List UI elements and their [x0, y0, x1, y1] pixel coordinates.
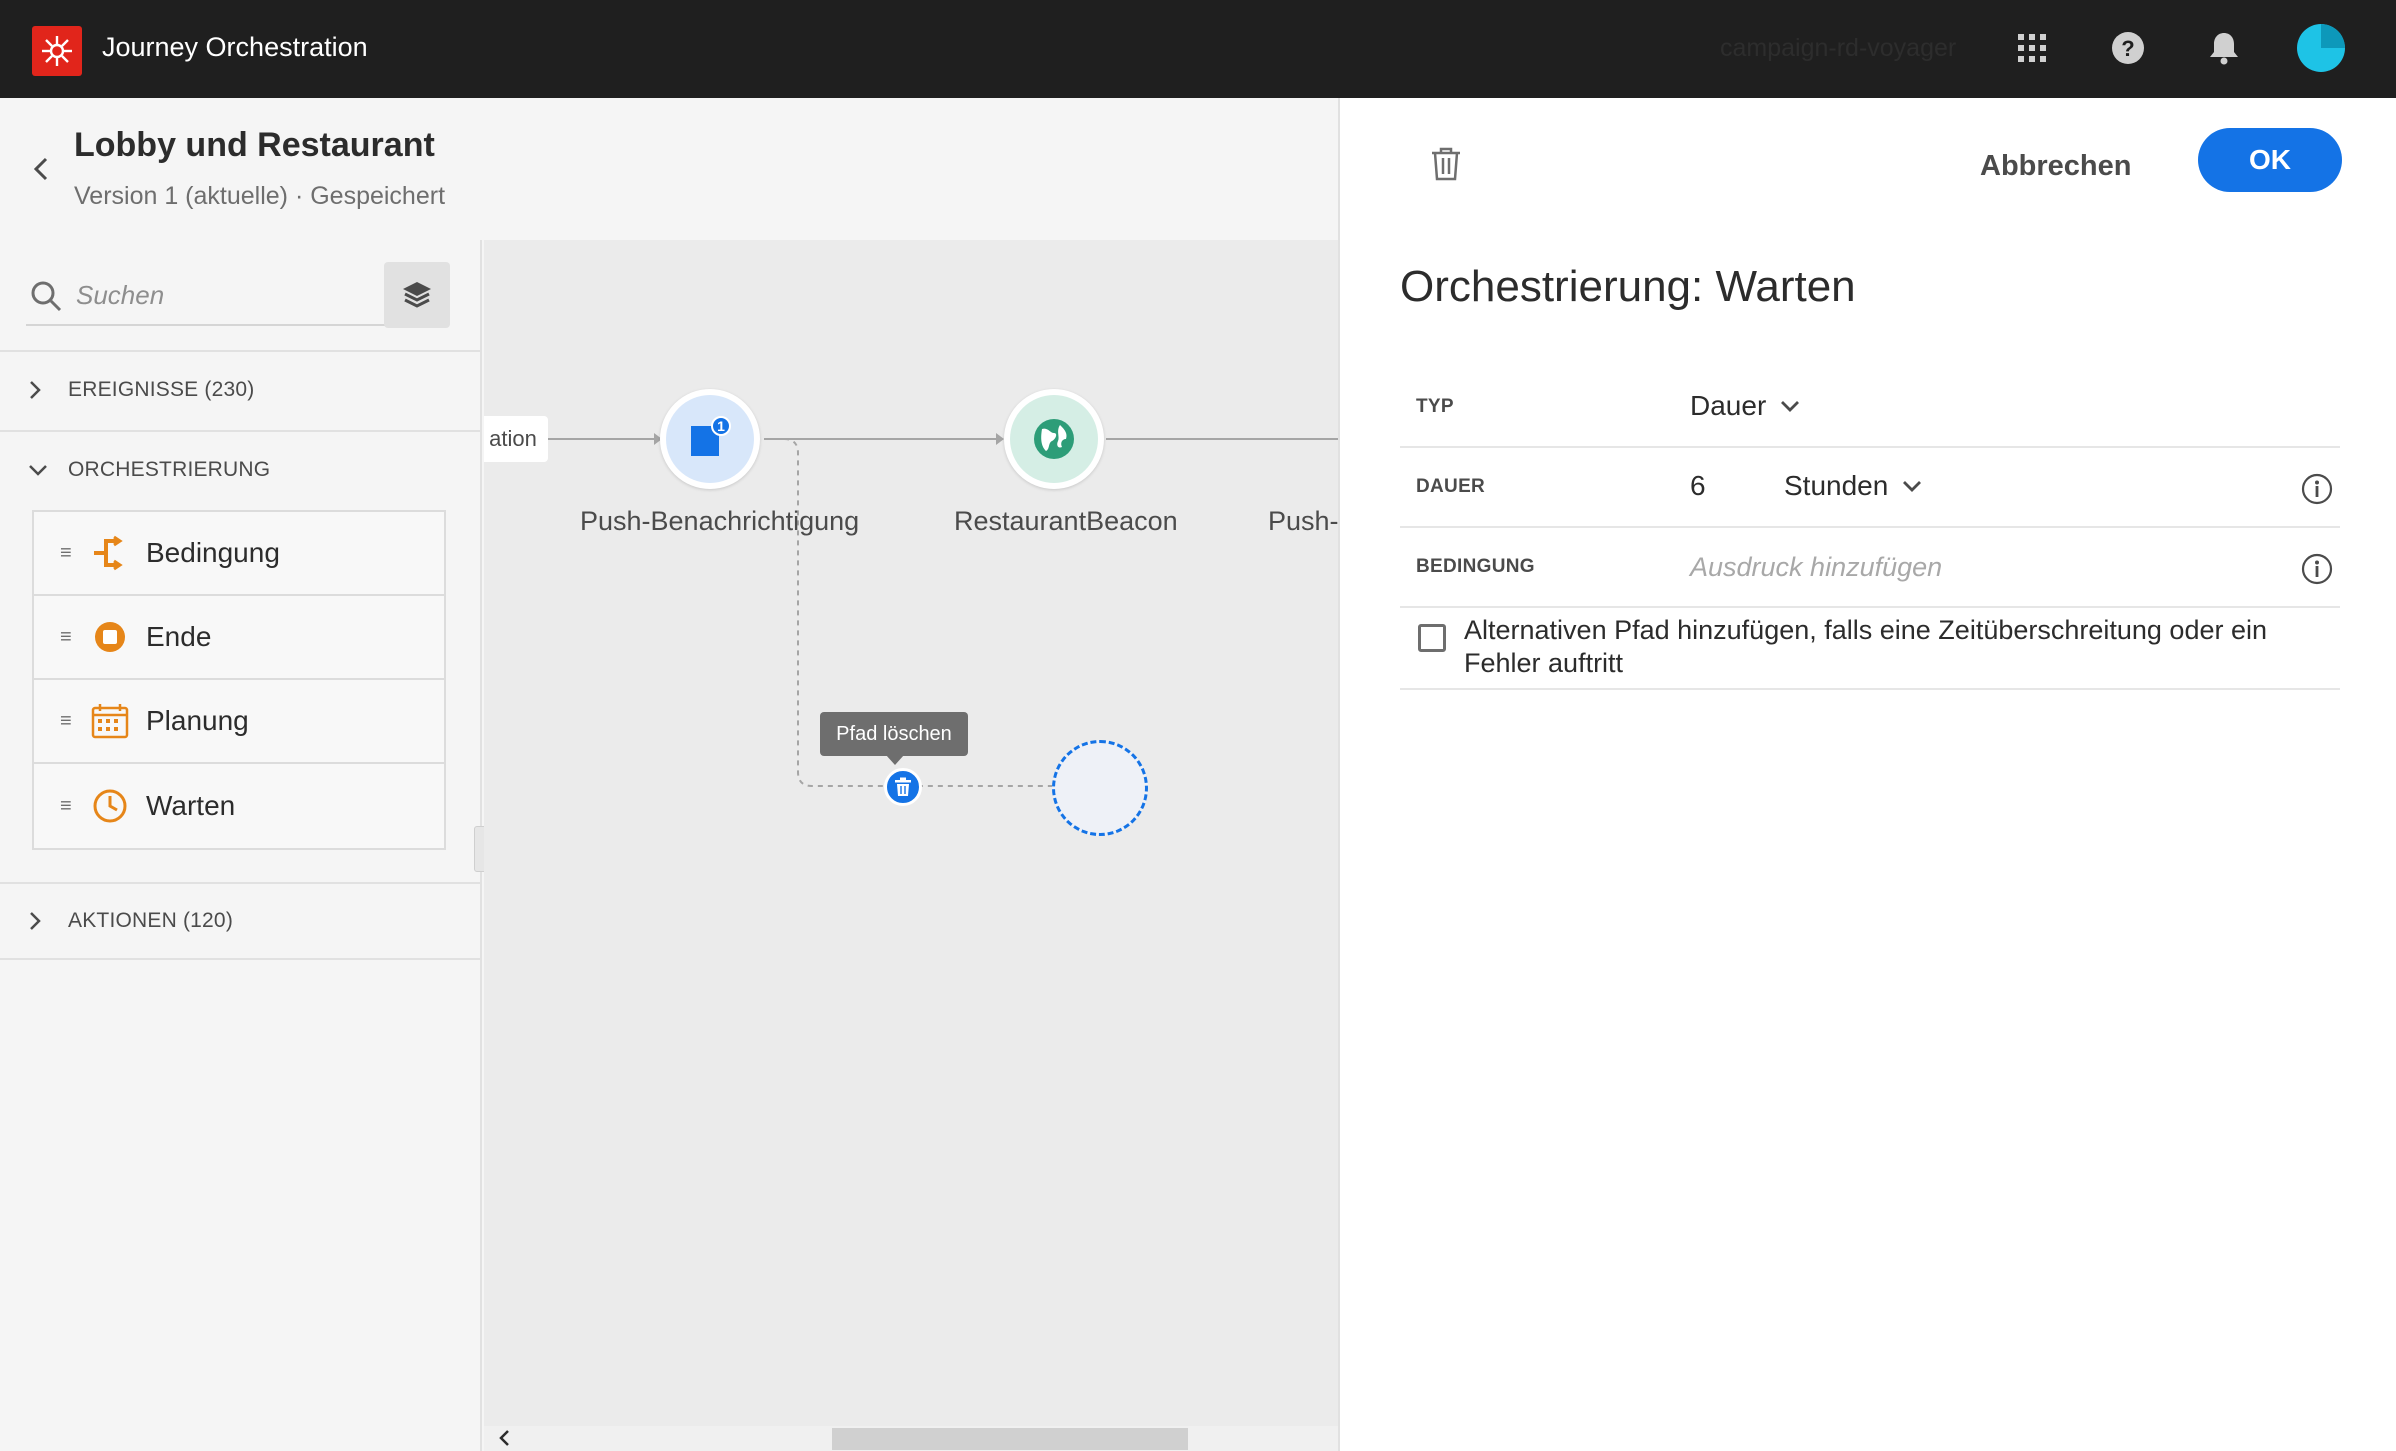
help-icon[interactable]: ?	[2108, 28, 2148, 68]
panel-title: Orchestrierung: Warten	[1400, 262, 1856, 311]
app-title[interactable]: Journey Orchestration	[102, 32, 368, 63]
scroll-left-icon[interactable]	[494, 1428, 514, 1448]
info-icon[interactable]	[2300, 552, 2334, 586]
duration-unit-value: Stunden	[1784, 470, 1889, 501]
search-input[interactable]	[76, 274, 376, 316]
duration-row: DAUER 6 Stunden	[1400, 448, 2340, 528]
node-restaurant-beacon[interactable]	[1004, 389, 1104, 489]
info-icon[interactable]	[2300, 472, 2334, 506]
arrow-head	[996, 433, 1004, 445]
scrollbar-thumb[interactable]	[832, 1428, 1188, 1450]
section-label: AKTIONEN (120)	[68, 909, 234, 932]
palette-item-wait[interactable]: ≡ Warten	[34, 764, 444, 848]
palette-search	[26, 264, 386, 326]
section-label: EREIGNISSE (230)	[68, 378, 255, 401]
layers-icon	[403, 282, 431, 308]
palette-item-schedule[interactable]: ≡ Planung	[34, 680, 444, 764]
palette-item-label: Ende	[146, 621, 212, 652]
condition-row: BEDINGUNG Ausdruck hinzufügen	[1400, 528, 2340, 608]
cancel-button[interactable]: Abbrechen	[1980, 144, 2131, 188]
drag-grip-icon[interactable]: ≡	[60, 795, 76, 818]
activity-palette: EREIGNISSE (230) ORCHESTRIERUNG ≡ Beding…	[0, 240, 488, 1451]
bell-icon[interactable]	[2204, 28, 2244, 68]
push-notification-icon: 1	[666, 395, 754, 483]
search-icon	[30, 280, 62, 317]
condition-expression-input[interactable]: Ausdruck hinzufügen	[1690, 552, 1942, 583]
condition-label: BEDINGUNG	[1416, 556, 1535, 577]
duration-amount-input[interactable]: 6	[1690, 470, 1706, 502]
alternate-path-row: Alternativen Pfad hinzufügen, falls eine…	[1400, 604, 2340, 690]
end-icon	[90, 617, 130, 657]
drag-grip-icon[interactable]: ≡	[60, 626, 76, 649]
palette-item-label: Bedingung	[146, 537, 280, 568]
drag-grip-icon[interactable]: ≡	[60, 710, 76, 733]
palette-item-condition[interactable]: ≡ Bedingung	[34, 512, 444, 596]
empty-node-placeholder[interactable]	[1052, 740, 1148, 836]
section-actions[interactable]: AKTIONEN (120)	[0, 882, 480, 960]
canvas-horizontal-scrollbar[interactable]	[484, 1426, 1338, 1451]
org-switcher[interactable]: campaign-rd-voyager	[1720, 34, 1956, 63]
orchestration-items: ≡ Bedingung ≡ Ende ≡ Planung ≡ Warten	[32, 510, 446, 850]
type-select[interactable]: Dauer	[1690, 390, 1800, 422]
delete-activity-button[interactable]	[1426, 144, 1466, 184]
adobe-logo-icon[interactable]	[32, 26, 82, 76]
back-arrow-icon[interactable]	[26, 154, 56, 184]
node-label: RestaurantBeacon	[954, 506, 1178, 536]
type-label: TYP	[1416, 396, 1454, 417]
ok-button[interactable]: OK	[2198, 128, 2342, 192]
chevron-down-icon	[1780, 399, 1800, 413]
node-badge: 1	[717, 418, 725, 434]
calendar-icon	[90, 701, 130, 741]
journey-title: Lobby und Restaurant	[74, 126, 435, 164]
chevron-right-icon	[28, 911, 50, 931]
trash-icon	[1432, 147, 1460, 181]
section-orchestration[interactable]: ORCHESTRIERUNG	[0, 430, 480, 508]
journey-header: Lobby und Restaurant Version 1 (aktuelle…	[0, 98, 1338, 240]
avatar[interactable]	[2297, 24, 2345, 72]
alternate-path-label[interactable]: Alternativen Pfad hinzufügen, falls eine…	[1464, 614, 2324, 680]
chevron-down-icon	[1902, 479, 1922, 493]
delete-path-button[interactable]	[884, 768, 922, 806]
canvas-connections	[548, 433, 1338, 787]
svg-text:?: ?	[2121, 36, 2134, 61]
trash-icon	[895, 777, 911, 796]
palette-item-label: Planung	[146, 705, 249, 736]
palette-item-label: Warten	[146, 790, 236, 821]
top-navigation-bar: Journey Orchestration campaign-rd-voyage…	[0, 0, 2396, 98]
layers-button[interactable]	[384, 262, 450, 328]
apps-grid-icon[interactable]	[2012, 28, 2052, 68]
node-label: Push-Benachrichtigung	[580, 506, 860, 536]
node-push-notification[interactable]: 1	[660, 389, 760, 489]
previous-node-label[interactable]: ation	[484, 416, 548, 462]
alternate-path-checkbox[interactable]	[1418, 624, 1446, 652]
clock-icon	[90, 786, 130, 826]
drag-grip-icon[interactable]: ≡	[60, 542, 76, 565]
type-row: TYP Dauer	[1400, 368, 2340, 448]
chevron-down-icon	[28, 463, 50, 477]
condition-icon	[90, 533, 130, 573]
section-label: ORCHESTRIERUNG	[68, 458, 271, 481]
node-label: Push-B	[1268, 506, 1338, 536]
type-value: Dauer	[1690, 390, 1767, 421]
delete-path-tooltip: Pfad löschen	[820, 712, 968, 765]
duration-unit-select[interactable]: Stunden	[1784, 470, 1922, 502]
activity-properties-panel: Abbrechen OK Orchestrierung: Warten TYP …	[1338, 98, 2396, 1451]
section-events[interactable]: EREIGNISSE (230)	[0, 350, 480, 428]
globe-icon	[1010, 395, 1098, 483]
chevron-right-icon	[28, 380, 50, 400]
duration-label: DAUER	[1416, 476, 1486, 497]
palette-item-end[interactable]: ≡ Ende	[34, 596, 444, 680]
journey-canvas[interactable]: ation 1 Push-Benachrichtigung Restaurant…	[484, 240, 1338, 1451]
journey-version-status: Version 1 (aktuelle) · Gespeichert	[74, 182, 446, 210]
